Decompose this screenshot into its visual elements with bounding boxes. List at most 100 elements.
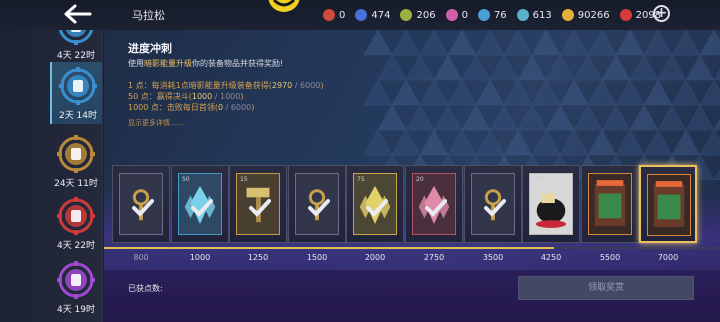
resource-value: 613 [532,9,552,21]
claim-reward-button[interactable]: 领取奖赏 [518,276,694,300]
rule-close: ) [320,81,324,90]
reward-tier[interactable] [288,165,346,243]
checkmark-icon [484,199,506,217]
add-currency-button[interactable]: + [653,5,670,22]
rule-total: 1000 [220,92,241,101]
checkmark-icon [132,199,154,217]
milestone-label: 1000 [189,253,211,262]
rule-points: 1000 点： [128,103,167,112]
reward-level: 250 [533,176,545,183]
checkmark-icon [425,199,447,217]
scoring-rule: 50 点：赢得决斗(1000 / 1000) [128,91,323,102]
reward-tier[interactable] [639,165,697,243]
reward-tier[interactable]: 20 [405,165,463,243]
milestone-label: 4250 [540,253,562,262]
scoring-rules: 1 点：每消耗1点暗影能量升级装备获得(2970 / 6000) 50 点：赢得决… [128,80,323,113]
desc-highlight: 暗影能量升级 [144,59,192,68]
crossed-swords-event-icon [57,135,95,173]
resource-item: 90266 [561,9,610,21]
reward-tier[interactable] [112,165,170,243]
resource-item: 474 [355,9,390,21]
milestone-label: 2750 [423,253,445,262]
rule-sep: / [223,103,231,112]
sidebar-event-item[interactable]: 4天 22时 [50,192,102,254]
event-timer: 4天 19时 [56,305,96,315]
event-title: 进度冲刺 [128,42,172,55]
rule-text: 每消耗1点暗影能量升级装备获得 [151,81,269,90]
pink-card-icon [445,9,458,21]
milestone-label: 3500 [482,253,504,262]
page-title-header: 马拉松 [132,9,165,22]
show-more-link[interactable]: 显示更多详情…… [128,118,184,128]
milestone-label: 1250 [247,253,269,262]
milestone-label: 5500 [599,253,621,262]
resource-item: 613 [516,9,552,21]
blue-card-icon [477,9,490,21]
reward-tier[interactable]: 250 [522,165,580,243]
top-bar: 马拉松 0 474 206 0 76 613 90266 2098 + [0,0,720,30]
red-orb-icon [323,9,335,21]
grand-card-pack-reward-icon [647,174,691,236]
reward-tier[interactable] [581,165,639,243]
sidebar-event-item[interactable]: 4天 19时 [50,256,102,318]
event-timer: 2天 14时 [58,111,98,121]
event-panel: 进度冲刺 使用暗影能量升级你的装备物品并获得奖励! 1 点：每消耗1点暗影能量升… [104,30,720,322]
reward-tier[interactable]: 15 [229,165,287,243]
sidebar-event-item[interactable]: 24天 11时 [50,130,102,192]
reward-tier[interactable]: 50 [171,165,229,243]
gold-coin-icon [561,9,574,21]
yellow-emblem-icon [268,0,300,12]
rule-total: 6000 [300,81,321,90]
checkmark-icon [366,199,388,217]
desc-prefix: 使用 [128,59,144,68]
earned-points-label: 已获点数: [128,284,163,293]
red-ruby-icon [619,9,632,21]
milestone-label: 7000 [657,253,679,262]
rule-current: 2970 [271,81,293,90]
rule-points: 50 点： [128,92,157,101]
event-icon-partial [58,30,94,45]
resource-value: 206 [416,9,436,21]
reward-track: 800 50 1000 15 1250 1500 75 2000 20 2750 3500 250 42… [104,165,720,265]
checkmark-icon [308,199,330,217]
scoring-rule: 1 点：每消耗1点暗影能量升级装备获得(2970 / 6000) [128,80,323,91]
card-pack-reward-icon [588,173,632,235]
event-sidebar: 4天 22时 2天 14时 24天 11时 4天 22时 4天 19时 [0,30,103,322]
fist-event-icon [59,67,97,105]
milestone-label: 800 [133,253,149,262]
reward-level: 50 [182,176,190,183]
red-emblem-event-icon [57,197,95,235]
rule-total: 6000 [230,103,252,112]
reward-tier[interactable]: 75 [346,165,404,243]
rule-close: ) [251,103,255,112]
sidebar-event-item[interactable]: 4天 22时 [50,30,102,64]
resource-value: 474 [371,9,391,21]
reward-tier[interactable] [464,165,522,243]
rule-text: 击败每日首领 [166,103,215,112]
reward-art [535,193,567,228]
resource-value: 0 [461,9,468,21]
sidebar-event-item[interactable]: 2天 14时 [50,62,102,124]
track-progress-fill [104,247,554,249]
purple-fist-event-icon [57,261,95,299]
resource-value: 0 [339,9,346,21]
scoring-rule: 1000 点：击败每日首领(0 / 6000) [128,102,323,113]
rule-points: 1 点： [128,81,152,90]
resource-item: 76 [477,9,507,21]
resource-item: 0 [323,9,345,21]
reward-level: 75 [357,176,365,183]
blue-gem-icon [355,9,368,21]
back-arrow-icon[interactable] [62,3,94,25]
event-description: 使用暗影能量升级你的装备物品并获得奖励! [128,58,283,69]
reward-level: 15 [240,176,248,183]
reward-level: 20 [416,176,424,183]
milestone-label: 1500 [306,253,328,262]
rule-current: 1000 [191,92,213,101]
triangle-pattern-background [364,30,720,180]
checkmark-icon [249,199,271,217]
resource-value: 90266 [577,9,610,21]
resource-item: 0 [445,9,468,21]
checkmark-icon [191,199,213,217]
cyan-swirl-icon [516,9,529,21]
rule-sep: / [212,92,220,101]
